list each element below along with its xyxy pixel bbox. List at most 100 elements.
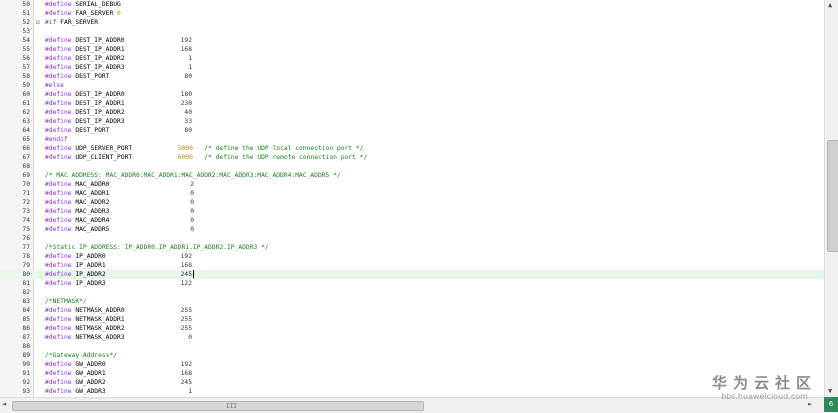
code-line[interactable]: 50 #define SERIAL_DEBUG [0, 0, 824, 9]
code-line[interactable]: 78 #define IP_ADDR0 192 [0, 252, 824, 261]
line-number: 79 [22, 262, 30, 269]
code-line[interactable]: 59 #else [0, 81, 824, 90]
code-line[interactable]: 68 [0, 162, 824, 171]
line-number: 67 [22, 154, 30, 161]
code-text: #define DEST_PORT [45, 126, 109, 135]
code-token: #define [45, 181, 76, 188]
scroll-left-arrow-icon[interactable]: ◄ [2, 400, 6, 408]
code-line[interactable]: 89 /*Gateway Address*/ [0, 351, 824, 360]
code-line[interactable]: 67 #define UDP_CLIENT_PORT 6000 /* define… [0, 153, 824, 162]
code-line[interactable]: 92 #define GW_ADDR2 245 [0, 378, 824, 387]
code-token: #define [45, 73, 76, 80]
code-line[interactable]: 88 [0, 342, 824, 351]
scroll-right-arrow-icon[interactable]: ► [808, 400, 812, 408]
code-token: #define [45, 307, 76, 314]
code-line[interactable]: 65 #endif [0, 135, 824, 144]
code-token: /* define the UDP remote connection port… [192, 154, 368, 161]
code-line[interactable]: 69 /* MAC ADDRESS: MAC_ADDR0:MAC_ADDR1:MA… [0, 171, 824, 180]
fold-toggle-icon[interactable]: ⊟ [36, 18, 40, 27]
define-value: 245 [180, 271, 192, 278]
code-token: #define [45, 379, 76, 386]
code-text: #define MAC_ADDR5 [45, 225, 109, 234]
code-text: #define DEST_IP_ADDR2 [45, 54, 125, 63]
code-line[interactable]: 79 #define IP_ADDR1 168 [0, 261, 824, 270]
watermark-title: 华为云社区 [712, 374, 818, 392]
code-text: #define IP_ADDR2 [45, 270, 106, 279]
code-text: #define IP_ADDR1 [45, 261, 106, 270]
code-line[interactable]: 73 #define MAC_ADDR3 0 [0, 207, 824, 216]
code-token: DEST_IP_ADDR2 [75, 55, 125, 62]
code-text: #define MAC_ADDR3 [45, 207, 109, 216]
code-line[interactable]: 77 /*Static IP ADDRESS: IP_ADDR0.IP_ADDR1… [0, 243, 824, 252]
code-line[interactable]: 91 #define GW_ADDR1 168 [0, 369, 824, 378]
scroll-up-arrow-icon[interactable]: ▲ [828, 1, 832, 9]
code-token: #define [45, 388, 76, 395]
code-token: #define [45, 217, 76, 224]
line-number: 68 [22, 163, 30, 170]
code-line[interactable]: 54 #define DEST_IP_ADDR0 192 [0, 36, 824, 45]
horizontal-scroll-thumb[interactable]: III [12, 401, 424, 411]
code-text: #define MAC_ADDR0 [45, 180, 109, 189]
code-line[interactable]: 70 #define MAC_ADDR0 2 [0, 180, 824, 189]
define-value: 192 [180, 253, 192, 260]
code-line[interactable]: 55 #define DEST_IP_ADDR1 168 [0, 45, 824, 54]
code-line[interactable]: 75 #define MAC_ADDR5 0 [0, 225, 824, 234]
code-line[interactable]: 53 [0, 27, 824, 36]
line-number: 58 [22, 73, 30, 80]
define-value: 33 [184, 118, 192, 125]
code-line[interactable]: 72 #define MAC_ADDR2 0 [0, 198, 824, 207]
code-token: #define [45, 334, 76, 341]
code-line[interactable]: 85 #define NETMASK_ADDR1 255 [0, 315, 824, 324]
code-text: #define NETMASK_ADDR0 [45, 306, 125, 315]
line-number: 83 [22, 298, 30, 305]
code-text: #define MAC_ADDR2 [45, 198, 109, 207]
code-line[interactable]: 81 #define IP_ADDR3 122 [0, 279, 824, 288]
line-number: 50 [22, 1, 30, 8]
code-line[interactable]: 63 #define DEST_IP_ADDR3 33 [0, 117, 824, 126]
code-token: DEST_IP_ADDR2 [75, 109, 125, 116]
line-number: 90 [22, 361, 30, 368]
code-line[interactable]: 71 #define MAC_ADDR1 0 [0, 189, 824, 198]
code-token: #define [45, 271, 76, 278]
code-line[interactable]: 62 #define DEST_IP_ADDR2 40 [0, 108, 824, 117]
horizontal-scrollbar[interactable]: ◄ III ► [0, 397, 824, 413]
code-editor[interactable]: 50 #define SERIAL_DEBUG 51 #define FAR_SERV… [0, 0, 824, 397]
code-line[interactable]: 83 /*NETMASK*/ [0, 297, 824, 306]
code-text: #define DEST_IP_ADDR0 [45, 90, 125, 99]
code-line[interactable]: 56 #define DEST_IP_ADDR2 1 [0, 54, 824, 63]
code-token: DEST_IP_ADDR1 [75, 100, 125, 107]
code-line[interactable]: 90 #define GW_ADDR0 192 [0, 360, 824, 369]
line-number: 87 [22, 334, 30, 341]
vertical-scrollbar[interactable]: ▲ ▼ [824, 0, 838, 397]
code-line[interactable]: 87 #define NETMASK_ADDR3 0 [0, 333, 824, 342]
code-line[interactable]: 76 [0, 234, 824, 243]
code-line[interactable]: 86 #define NETMASK_ADDR2 255 [0, 324, 824, 333]
define-value: 0 [190, 217, 194, 224]
line-number: 60 [22, 91, 30, 98]
define-value: 0 [190, 190, 194, 197]
code-line[interactable]: 80 #define IP_ADDR2 245 [0, 270, 824, 279]
code-line[interactable]: 58 #define DEST_PORT 80 [0, 72, 824, 81]
code-line[interactable]: 61 #define DEST_IP_ADDR1 230 [0, 99, 824, 108]
code-line[interactable]: 64 #define DEST_PORT 80 [0, 126, 824, 135]
define-value: 40 [184, 109, 192, 116]
code-text: #define DEST_IP_ADDR3 [45, 117, 125, 126]
code-token: IP_ADDR1 [75, 262, 106, 269]
code-line[interactable]: 51 #define FAR_SERVER 0 [0, 9, 824, 18]
code-line[interactable]: 66 #define UDP_SERVER_PORT 5000 /* define… [0, 144, 824, 153]
code-token: NETMASK_ADDR3 [75, 334, 125, 341]
code-line[interactable]: 84 #define NETMASK_ADDR0 255 [0, 306, 824, 315]
vertical-scroll-thumb[interactable] [827, 140, 838, 252]
code-line[interactable]: 57 #define DEST_IP_ADDR3 1 [0, 63, 824, 72]
code-line[interactable]: 52 ⊟ #if FAR_SERVER [0, 18, 824, 27]
code-line[interactable]: 82 [0, 288, 824, 297]
code-line[interactable]: 74 #define MAC_ADDR4 0 [0, 216, 824, 225]
code-line[interactable]: 60 #define DEST_IP_ADDR0 180 [0, 90, 824, 99]
code-token: MAC_ADDR0 [75, 181, 110, 188]
code-line[interactable]: 93 #define GW_ADDR3 1 [0, 387, 824, 396]
code-token: IP_ADDR2 [75, 271, 106, 278]
code-token: #define [45, 226, 76, 233]
code-token: #define [45, 145, 76, 152]
code-text: #define GW_ADDR0 [45, 360, 106, 369]
scroll-down-arrow-icon[interactable]: ▼ [828, 387, 832, 395]
